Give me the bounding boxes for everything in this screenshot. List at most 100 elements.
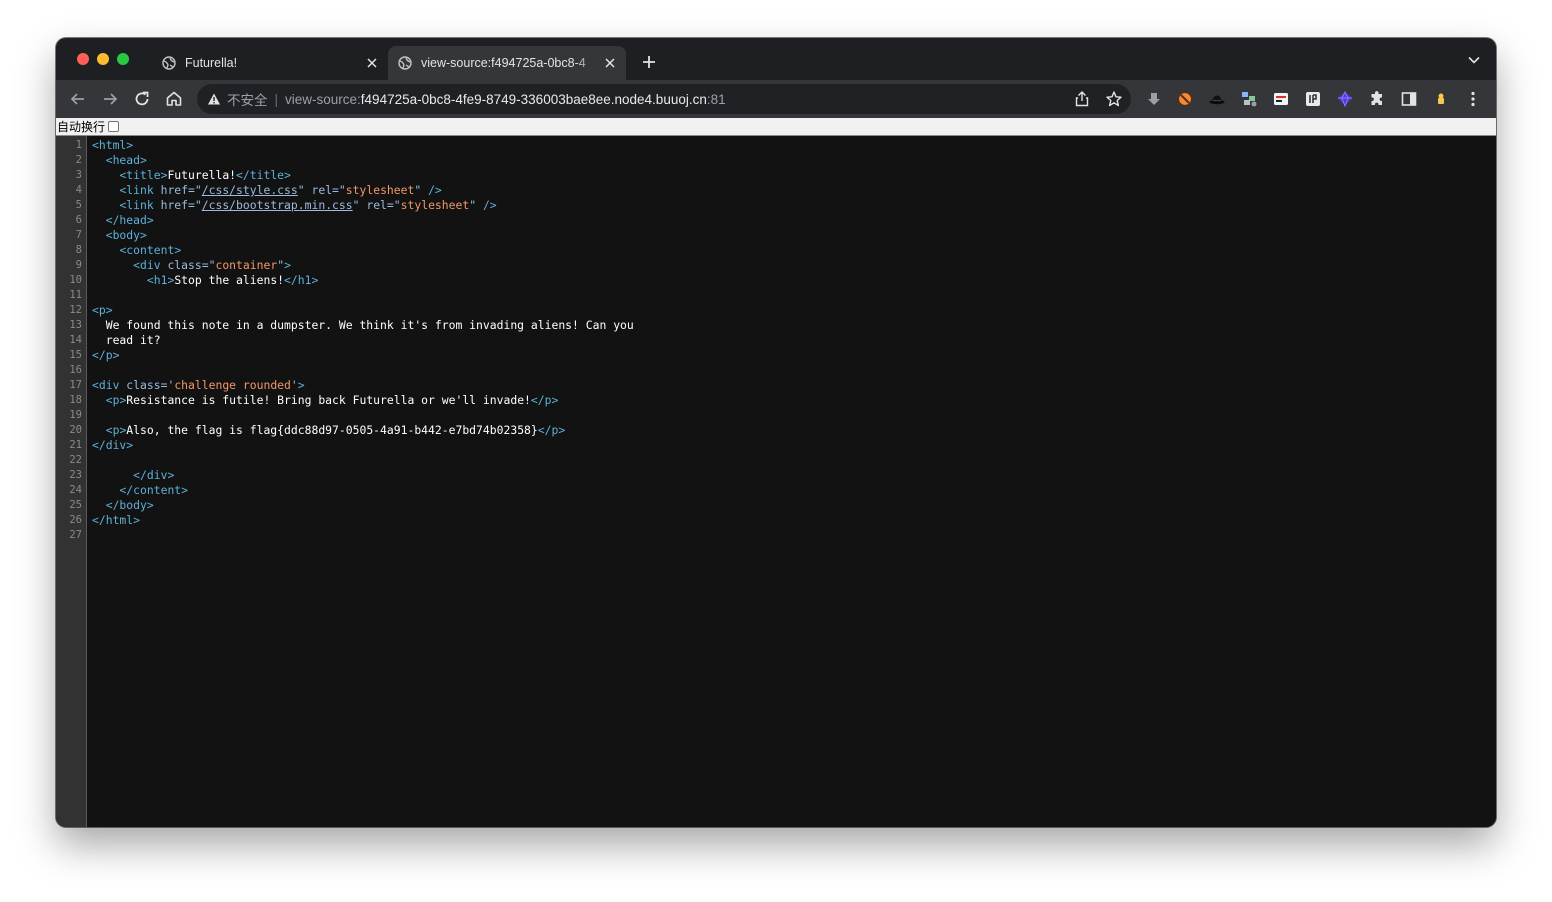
reload-icon[interactable] [132, 89, 152, 109]
line-number: 9 [75, 259, 82, 271]
line-content [82, 363, 92, 378]
source-line: 25 </body> [56, 498, 1496, 513]
line-number: 22 [69, 454, 82, 466]
bookmark-star-icon[interactable] [1105, 90, 1123, 108]
security-label[interactable]: 不安全 [227, 89, 268, 109]
line-number: 19 [69, 409, 82, 421]
line-number: 1 [75, 139, 82, 151]
line-content [82, 288, 92, 303]
profile-avatar-icon[interactable] [1432, 90, 1450, 108]
minimize-window-button[interactable] [97, 53, 109, 65]
line-content: <p>Resistance is futile! Bring back Futu… [105, 393, 559, 407]
line-content: <link href="/css/bootstrap.min.css" rel=… [119, 198, 497, 212]
line-number: 23 [69, 469, 82, 481]
line-number: 25 [69, 499, 82, 511]
line-number: 7 [75, 229, 82, 241]
line-number: 20 [69, 424, 82, 436]
line-number: 5 [75, 199, 82, 211]
line-content: <head> [105, 153, 147, 167]
omnibox-actions [1073, 90, 1123, 108]
home-icon[interactable] [164, 89, 184, 109]
source-line: 19 [56, 408, 1496, 423]
line-content: </html> [92, 513, 141, 527]
source-line: 11 [56, 288, 1496, 303]
url-scheme: view-source: [285, 91, 361, 107]
line-content: </p> [92, 348, 120, 362]
browser-window: Futurella! view-source:f494725a-0bc8-4 不… [56, 38, 1496, 827]
source-line: 14 read it? [56, 333, 1496, 348]
address-bar[interactable]: 不安全 | view-source: f494725a-0bc8-4fe9-87… [197, 84, 1131, 114]
warning-icon[interactable] [207, 92, 221, 106]
line-content: </head> [105, 213, 154, 227]
line-number: 4 [75, 184, 82, 196]
line-content [82, 528, 92, 543]
line-number: 16 [69, 364, 82, 376]
line-number: 17 [69, 379, 82, 391]
gem-extension-icon[interactable] [1336, 90, 1354, 108]
line-content: </div> [133, 468, 175, 482]
tab-title: Futurella! [185, 56, 238, 70]
line-number: 12 [69, 304, 82, 316]
ip-extension-icon[interactable] [1304, 90, 1322, 108]
source-line: 26 </html> [56, 513, 1496, 528]
download-icon[interactable] [1145, 90, 1163, 108]
source-line: 21 </div> [56, 438, 1496, 453]
source-line: 27 [56, 528, 1496, 543]
tab-view-source[interactable]: view-source:f494725a-0bc8-4 [388, 46, 626, 80]
line-number: 10 [69, 274, 82, 286]
line-content: </div> [92, 438, 134, 452]
tab-strip: Futurella! view-source:f494725a-0bc8-4 [56, 38, 1496, 80]
line-number: 3 [75, 169, 82, 181]
line-number: 18 [69, 394, 82, 406]
hackbar-extension-icon[interactable] [1272, 90, 1290, 108]
hat-extension-icon[interactable] [1208, 90, 1226, 108]
line-number: 24 [69, 484, 82, 496]
line-number: 6 [75, 214, 82, 226]
close-tab-icon[interactable] [602, 55, 618, 71]
source-line: 8 <content> [56, 243, 1496, 258]
puzzle-icon[interactable] [1368, 90, 1386, 108]
chevron-down-icon[interactable] [1468, 56, 1480, 64]
source-line: 9 <div class="container"> [56, 258, 1496, 273]
source-line: 15 </p> [56, 348, 1496, 363]
line-content: <div class="container"> [133, 258, 291, 272]
line-number: 8 [75, 244, 82, 256]
source-line: 5 <link href="/css/bootstrap.min.css" re… [56, 198, 1496, 213]
tab-title: view-source:f494725a-0bc8-4 [421, 56, 586, 70]
more-menu-icon[interactable] [1464, 90, 1482, 108]
forward-icon[interactable] [100, 89, 120, 109]
line-content: <p>Also, the flag is flag{ddc88d97-0505-… [105, 423, 566, 437]
side-panel-icon[interactable] [1400, 90, 1418, 108]
source-line: 18 <p>Resistance is futile! Bring back F… [56, 393, 1496, 408]
network-extension-icon[interactable] [1240, 90, 1258, 108]
url-host: f494725a-0bc8-4fe9-8749-336003bae8ee.nod… [360, 91, 707, 107]
share-icon[interactable] [1073, 90, 1091, 108]
source-line: 13 We found this note in a dumpster. We … [56, 318, 1496, 333]
globe-icon [398, 56, 412, 70]
source-line: 20 <p>Also, the flag is flag{ddc88d97-05… [56, 423, 1496, 438]
line-wrap-checkbox[interactable] [108, 121, 120, 132]
close-window-button[interactable] [77, 53, 89, 65]
line-content: We found this note in a dumpster. We thi… [92, 318, 634, 332]
new-tab-icon[interactable] [640, 53, 658, 71]
source-line: 7 <body> [56, 228, 1496, 243]
back-icon[interactable] [68, 89, 88, 109]
source-line: 23 </div> [56, 468, 1496, 483]
line-wrap-label[interactable]: 自动换行 [56, 118, 105, 135]
line-wrap-bar: 自动换行 [56, 118, 1496, 136]
line-number: 2 [75, 154, 82, 166]
source-lines: 1 <html> 2 <head> 3 <title>Futurella!</titl… [56, 138, 1496, 543]
cookie-extension-icon[interactable] [1176, 90, 1194, 108]
line-content: </content> [119, 483, 189, 497]
line-content: read it? [92, 333, 161, 347]
tab-futurella[interactable]: Futurella! [152, 46, 388, 80]
line-number: 15 [69, 349, 82, 361]
source-view: 1 <html> 2 <head> 3 <title>Futurella!</titl… [56, 136, 1496, 827]
source-line: 16 [56, 363, 1496, 378]
source-line: 4 <link href="/css/style.css" rel="style… [56, 183, 1496, 198]
line-content: <title>Futurella!</title> [119, 168, 291, 182]
source-line: 1 <html> [56, 138, 1496, 153]
close-tab-icon[interactable] [364, 55, 380, 71]
line-content: </body> [105, 498, 154, 512]
zoom-window-button[interactable] [117, 53, 129, 65]
